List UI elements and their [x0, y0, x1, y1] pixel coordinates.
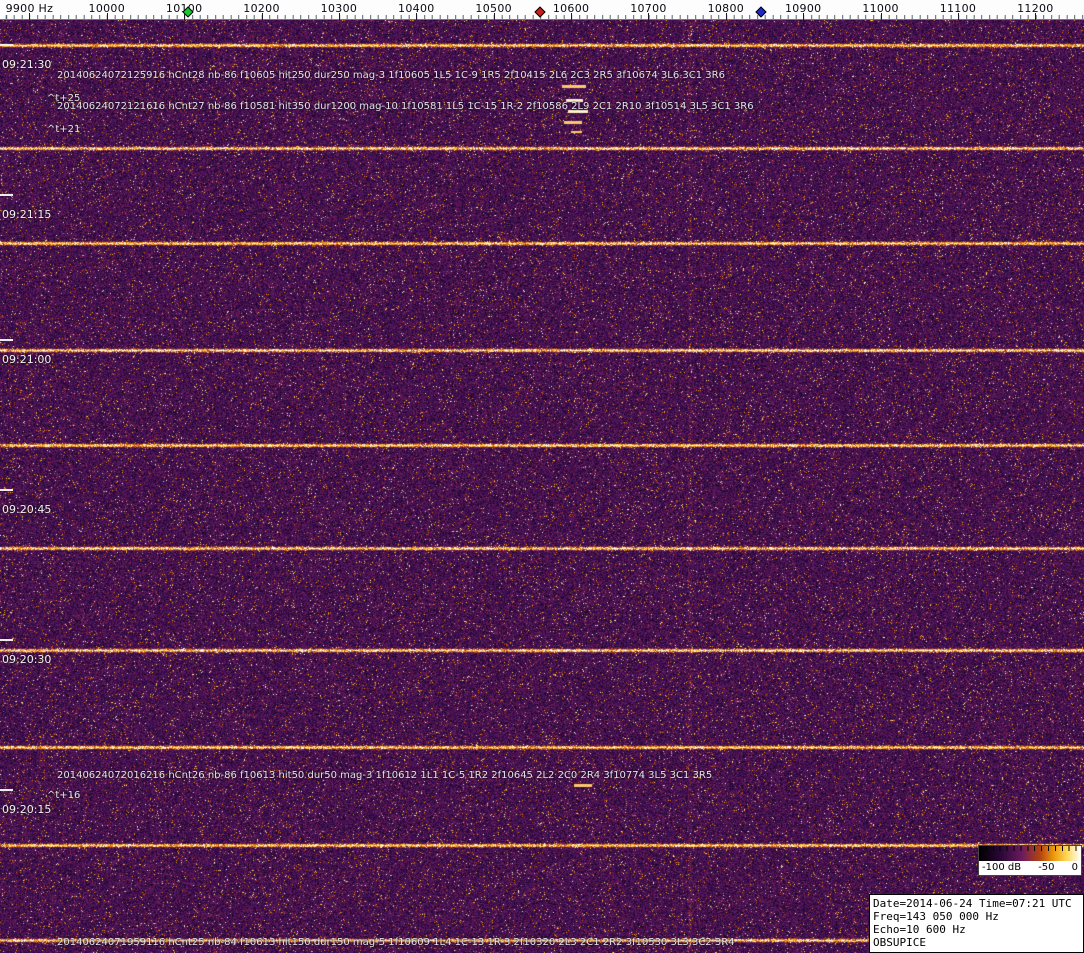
freq-tick-label: 11100 [939, 2, 977, 15]
freq-tick-label: 9900 Hz [5, 2, 54, 15]
freq-tick-label: 10300 [320, 2, 358, 15]
frequency-ruler: 9900 Hz 10000 10100 10200 10300 10400 10… [0, 0, 1084, 20]
freq-tick-label: 10000 [88, 2, 126, 15]
freq-tick-label: 11000 [862, 2, 899, 15]
freq-tick-label: 10400 [398, 2, 435, 15]
spectrogram-waterfall[interactable] [0, 20, 1084, 953]
info-line: Freq=143 050 000 Hz [873, 910, 999, 923]
freq-tick-label: 10900 [784, 2, 822, 15]
colorbar-label-max: 0 [1071, 862, 1078, 873]
freq-tick-label: 10800 [707, 2, 745, 15]
spectrogram-app: 9900 Hz 10000 10100 10200 10300 10400 10… [0, 0, 1084, 953]
intensity-colorbar: -100 dB -50 0 [978, 845, 1082, 876]
freq-tick-label: 10500 [475, 2, 512, 15]
freq-tick-label: 11200 [1017, 2, 1054, 15]
colorbar-labels: -100 dB -50 0 [979, 861, 1081, 875]
colorbar-label-min: -100 dB [982, 862, 1022, 873]
info-line: Echo=10 600 Hz [873, 923, 966, 936]
info-line: Date=2014-06-24 Time=07:21 UTC [873, 897, 1072, 910]
observation-info-box: Date=2014-06-24 Time=07:21 UTC Freq=143 0… [869, 894, 1084, 953]
colorbar-gradient [979, 846, 1081, 861]
info-line: OBSUPICE [873, 936, 926, 949]
colorbar-ticks [979, 846, 1081, 851]
freq-tick-label: 10200 [243, 2, 280, 15]
colorbar-label-mid: -50 [1038, 862, 1055, 873]
freq-tick-label: 10600 [552, 2, 590, 15]
freq-tick-label: 10700 [630, 2, 667, 15]
